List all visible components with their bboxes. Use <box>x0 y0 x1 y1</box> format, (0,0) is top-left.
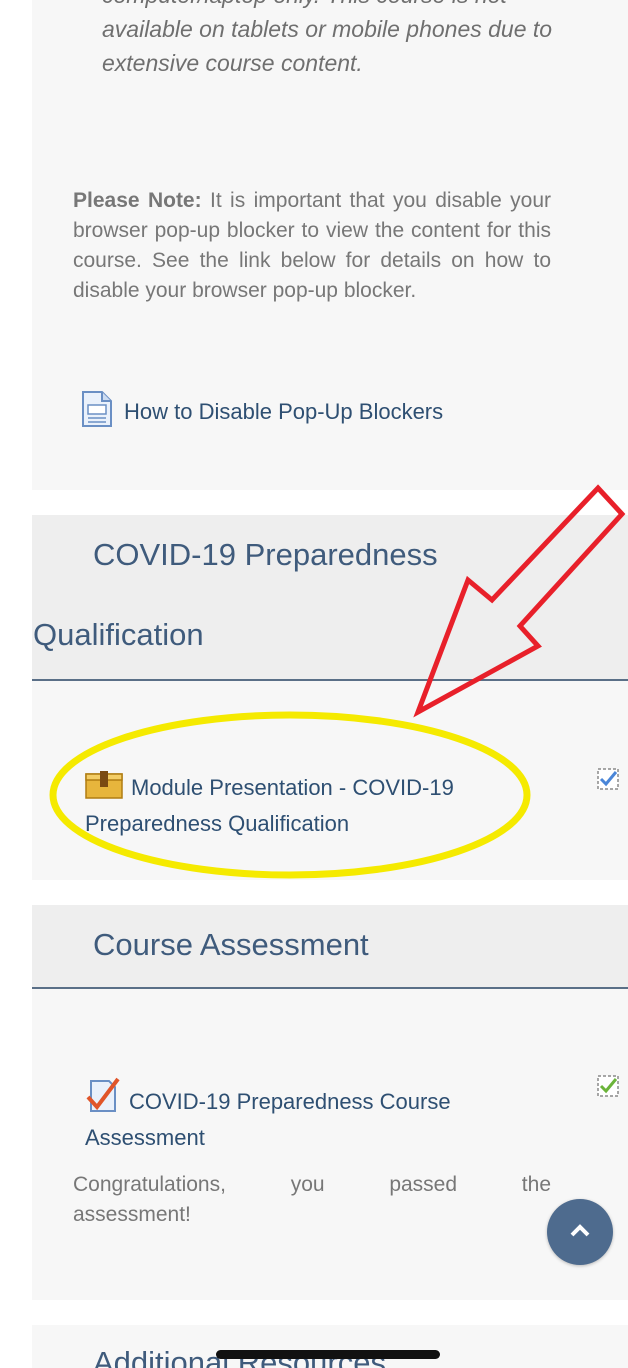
module-presentation-link[interactable]: Module Presentation - COVID-19 Preparedn… <box>85 771 525 840</box>
popup-blocker-link[interactable]: How to Disable Pop-Up Blockers <box>80 390 443 433</box>
device-notice: computer/laptop only. This course is not… <box>102 0 592 102</box>
device-notice-line-2: available on tablets or mobile phones du… <box>102 16 553 42</box>
module-presentation-label[interactable]: Module Presentation - COVID-19 Preparedn… <box>85 775 454 836</box>
device-notice-line-1: computer/laptop only. This course is not <box>102 0 592 12</box>
result-message-line-2: assessment! <box>73 1203 191 1226</box>
assessment-section-title: Course Assessment <box>93 927 369 962</box>
scroll-to-top-button[interactable] <box>547 1199 613 1265</box>
home-indicator <box>216 1350 440 1359</box>
popup-note: Please Note: It is important that you di… <box>73 186 551 306</box>
device-notice-line-3: extensive course content. <box>102 50 363 76</box>
course-assessment-link[interactable]: COVID-19 Preparedness Course Assessment <box>85 1077 525 1154</box>
package-icon <box>85 771 123 808</box>
covid-section-title-line-2: Qualification <box>33 617 204 652</box>
course-assessment-label[interactable]: COVID-19 Preparedness Course Assessment <box>85 1089 451 1150</box>
result-message-line-1: Congratulations, you passed the <box>73 1173 551 1196</box>
document-icon <box>80 390 114 433</box>
checkbox-checked-icon[interactable] <box>597 768 619 790</box>
checkbox-checked-icon[interactable] <box>597 1075 619 1097</box>
note-label: Please Note: <box>73 189 202 212</box>
popup-blocker-link-label[interactable]: How to Disable Pop-Up Blockers <box>124 399 443 425</box>
assessment-result-message: Congratulations, you passed the assessme… <box>73 1170 551 1230</box>
quiz-icon <box>85 1077 121 1122</box>
chevron-up-icon <box>570 1223 590 1242</box>
covid-section-title-line-1: COVID-19 Preparedness <box>93 537 438 572</box>
